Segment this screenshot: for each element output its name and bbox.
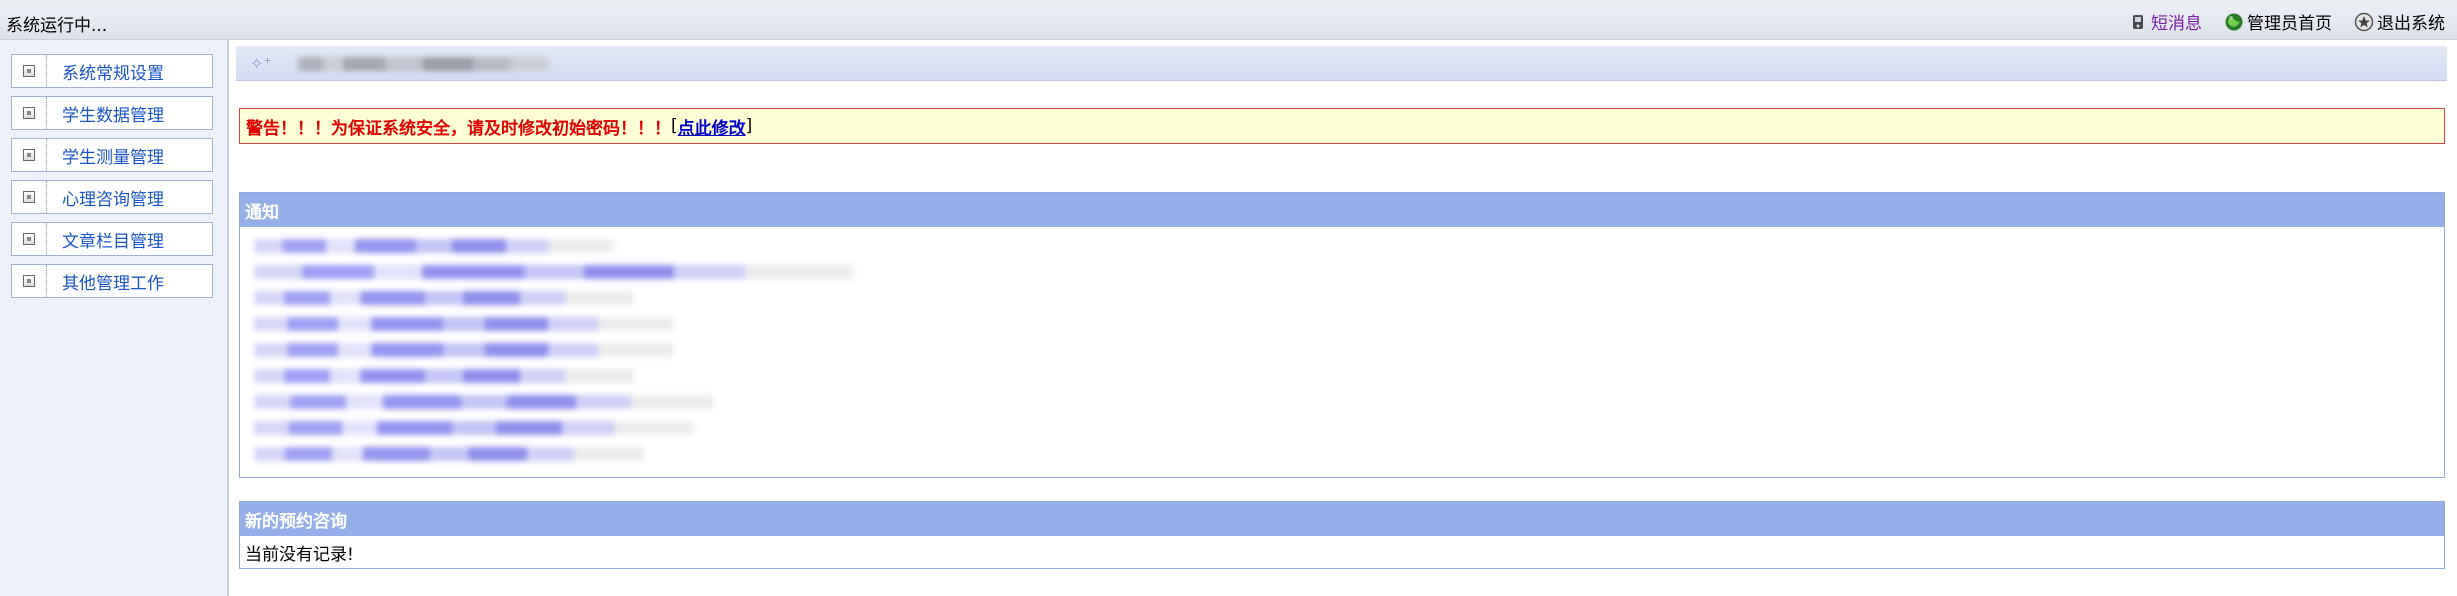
password-warning: 警告！！！为保证系统安全，请及时修改初始密码！！！ [ 点此修改 ] (239, 108, 2445, 144)
sidebar-item-label: 文章栏目管理 (62, 231, 164, 252)
menu-bullet-icon (12, 223, 47, 255)
appointments-panel-title: 新的预约咨询 (240, 502, 2444, 536)
notice-item-redacted (254, 395, 714, 409)
notice-item-redacted (254, 317, 674, 331)
notice-list-redacted (240, 227, 2444, 477)
notice-item-redacted (254, 369, 634, 383)
admin-home-link[interactable]: 管理员首页 (2224, 9, 2332, 34)
notice-item-redacted (254, 265, 854, 279)
notice-item-redacted (254, 291, 634, 305)
logout-label: 退出系统 (2377, 14, 2445, 34)
globe-icon (2225, 13, 2243, 30)
sidebar-item-other[interactable]: 其他管理工作 (11, 264, 213, 298)
sparkle-icon: ✧⁺ (250, 54, 272, 73)
sidebar-item-student-measurement[interactable]: 学生测量管理 (11, 138, 213, 172)
sidebar: 系统常规设置 学生数据管理 学生测量管理 心理咨询管理 文章栏目管理 其他管理工… (0, 40, 229, 596)
page-header: ✧⁺ (236, 46, 2447, 81)
notice-panel: 通知 (239, 192, 2445, 478)
notice-item-redacted (254, 343, 674, 357)
messages-link[interactable]: 短消息 (2128, 9, 2202, 34)
notice-item-redacted (254, 447, 644, 461)
menu-bullet-icon (12, 265, 47, 297)
page-title-redacted (298, 57, 548, 71)
notice-item-redacted (254, 421, 694, 435)
sidebar-item-label: 系统常规设置 (62, 63, 164, 84)
messages-label: 短消息 (2151, 14, 2202, 34)
sidebar-item-label: 心理咨询管理 (62, 189, 164, 210)
sidebar-item-articles[interactable]: 文章栏目管理 (11, 222, 213, 256)
sidebar-item-label: 学生测量管理 (62, 147, 164, 168)
sidebar-item-label: 其他管理工作 (62, 273, 164, 294)
warning-text: 警告！！！为保证系统安全，请及时修改初始密码！！！ (246, 118, 671, 139)
logout-link[interactable]: 退出系统 (2354, 9, 2445, 34)
change-password-link[interactable]: 点此修改 (678, 114, 746, 139)
menu-bullet-icon (12, 139, 47, 171)
sidebar-item-student-data[interactable]: 学生数据管理 (11, 96, 213, 130)
menu-bullet-icon (12, 55, 47, 87)
top-bar: 系统运行中... 短消息 管理员首页 退出系统 (0, 0, 2457, 40)
message-icon (2133, 14, 2143, 29)
appointments-empty-message: 当前没有记录! (245, 544, 354, 565)
warning-open-bracket: [ (671, 116, 678, 136)
menu-bullet-icon (12, 97, 47, 129)
sidebar-item-label: 学生数据管理 (62, 105, 164, 126)
admin-home-label: 管理员首页 (2247, 14, 2332, 34)
appointments-panel: 新的预约咨询 当前没有记录! (239, 501, 2445, 569)
system-status: 系统运行中... (6, 16, 108, 36)
menu-bullet-icon (12, 181, 47, 213)
exit-icon (2354, 12, 2374, 31)
top-links: 短消息 管理员首页 退出系统 (2128, 9, 2445, 34)
notice-item-redacted (254, 239, 614, 253)
notice-panel-title: 通知 (240, 193, 2444, 227)
sidebar-item-counseling[interactable]: 心理咨询管理 (11, 180, 213, 214)
sidebar-item-system-settings[interactable]: 系统常规设置 (11, 54, 213, 88)
warning-close-bracket: ] (745, 116, 753, 136)
